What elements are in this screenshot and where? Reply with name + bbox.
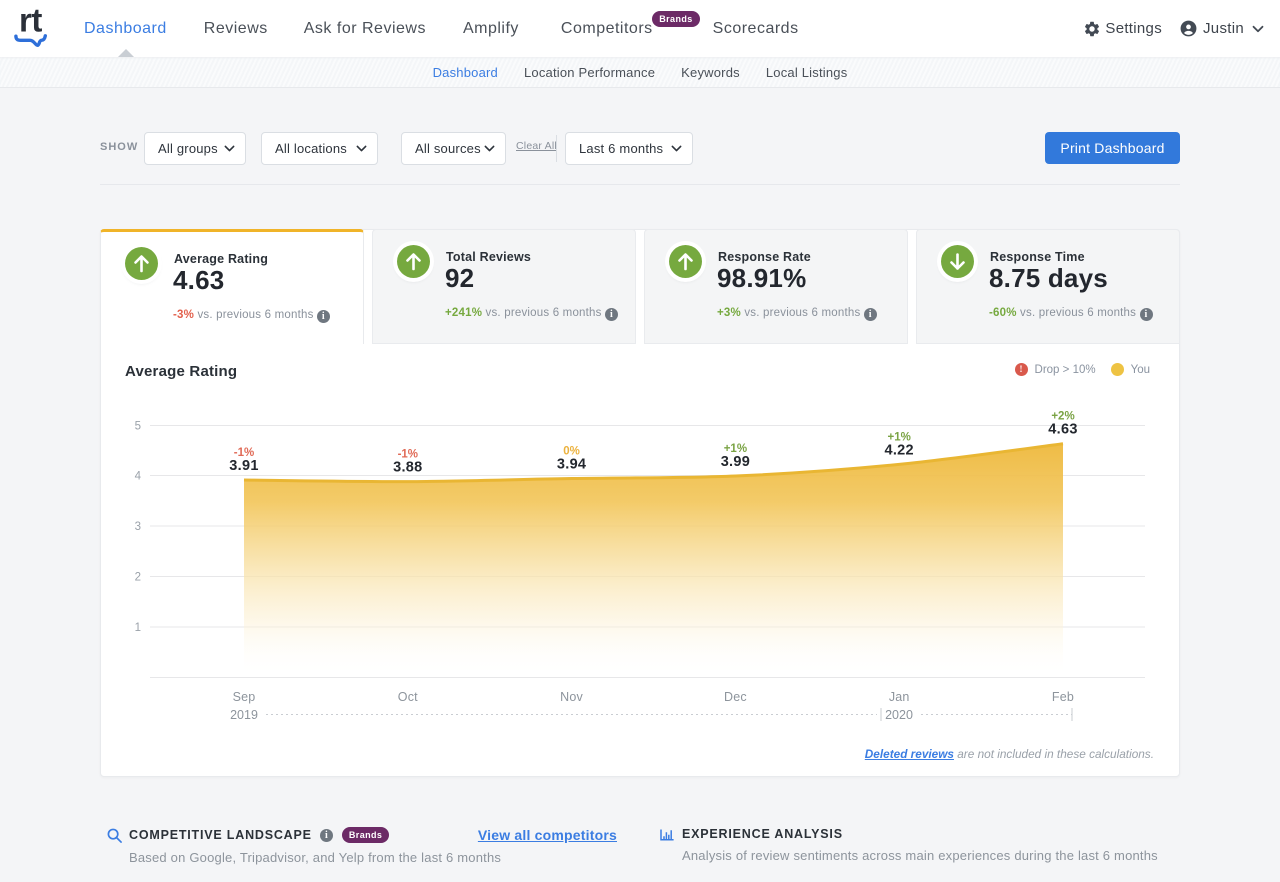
svg-text:3.88: 3.88 [393, 460, 422, 476]
svg-text:2: 2 [135, 572, 141, 584]
svg-text:rt: rt [19, 2, 42, 39]
svg-text:4.63: 4.63 [1048, 422, 1077, 438]
svg-text:3.99: 3.99 [721, 454, 750, 470]
svg-text:4.22: 4.22 [884, 442, 913, 458]
svg-text:4: 4 [135, 471, 142, 483]
svg-text:5: 5 [135, 421, 141, 433]
svg-text:Oct: Oct [398, 690, 418, 704]
svg-text:Jan: Jan [889, 690, 910, 704]
svg-text:3: 3 [135, 521, 141, 533]
svg-text:Dec: Dec [724, 690, 747, 704]
svg-text:2020: 2020 [885, 708, 913, 722]
svg-text:1: 1 [135, 622, 141, 634]
svg-text:Nov: Nov [560, 690, 583, 704]
svg-text:3.94: 3.94 [557, 457, 586, 473]
svg-text:3.91: 3.91 [229, 458, 258, 474]
svg-text:Sep: Sep [233, 690, 256, 704]
svg-text:2019: 2019 [230, 708, 258, 722]
svg-text:Feb: Feb [1052, 690, 1074, 704]
